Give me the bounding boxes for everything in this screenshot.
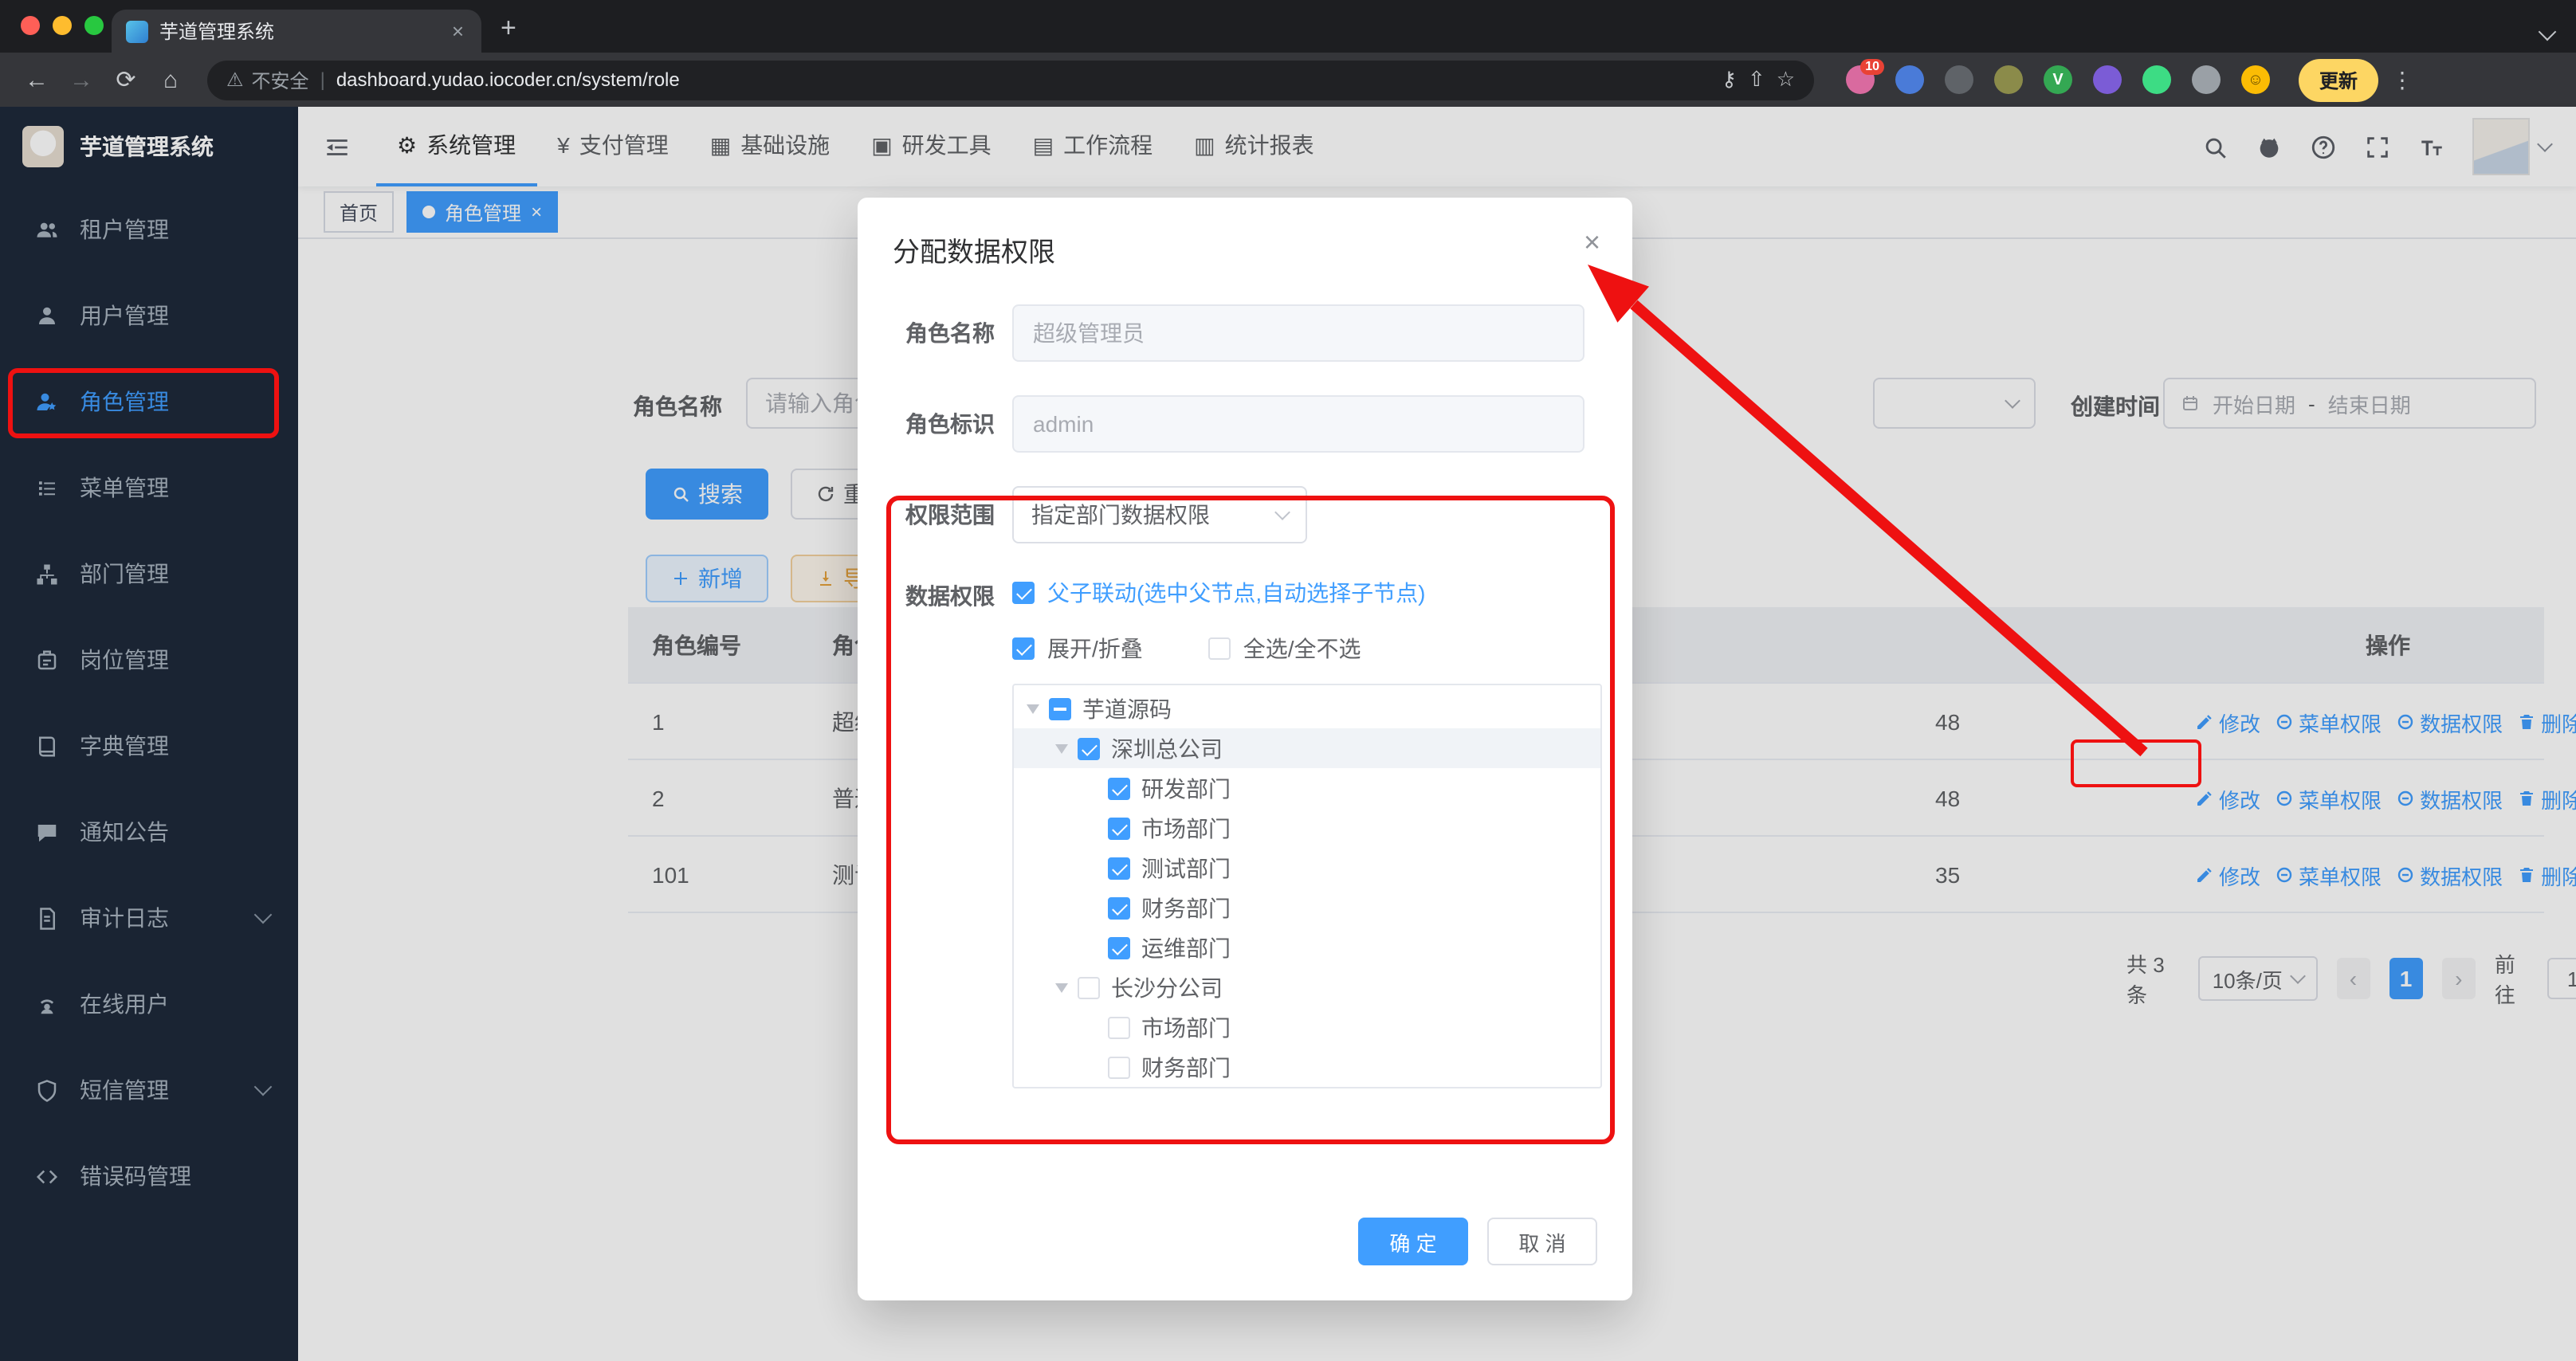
- zoom-window-button[interactable]: [84, 16, 104, 35]
- tree-node-label: 研发部门: [1141, 775, 1231, 801]
- password-key-icon[interactable]: ⚷: [1722, 67, 1737, 92]
- dialog-title: 分配数据权限: [893, 237, 1055, 268]
- strictly-label: 父子联动(选中父节点,自动选择子节点): [1047, 580, 1426, 606]
- select-all-label: 全选/全不选: [1243, 636, 1361, 661]
- puzzle-extension-icon[interactable]: [2192, 65, 2221, 94]
- tab-title: 芋道管理系统: [159, 21, 275, 43]
- chrome-update-button[interactable]: 更新: [2299, 58, 2379, 101]
- tree-node[interactable]: 财务部门: [1014, 1047, 1600, 1087]
- checkbox[interactable]: [1108, 1016, 1130, 1038]
- checkbox[interactable]: [1208, 637, 1231, 660]
- tab-search-icon[interactable]: [2538, 22, 2557, 41]
- tree-node-label: 市场部门: [1141, 1014, 1231, 1040]
- dialog-body: 角色名称 角色标识 权限范围 指定部门数据权限 数据权限 父子联: [858, 282, 1632, 1088]
- checkbox[interactable]: [1108, 936, 1130, 959]
- extension-badge: 10: [1860, 59, 1884, 75]
- checkbox[interactable]: [1049, 697, 1071, 720]
- dialog-role-key-label: 角色标识: [905, 411, 995, 437]
- browser-menu-icon[interactable]: ⋮: [2391, 66, 2413, 93]
- strictly-option[interactable]: 父子联动(选中父节点,自动选择子节点): [1012, 577, 1602, 609]
- extensions-row: 10 V ☺: [1846, 59, 2270, 94]
- tree-node[interactable]: 财务部门: [1014, 888, 1600, 928]
- tree-node-label: 运维部门: [1141, 935, 1231, 960]
- checkbox[interactable]: [1012, 582, 1035, 604]
- checkbox[interactable]: [1012, 637, 1035, 660]
- checkbox[interactable]: [1078, 976, 1100, 998]
- checkbox[interactable]: [1078, 737, 1100, 759]
- home-icon[interactable]: ⌂: [150, 66, 191, 93]
- caret-down-icon[interactable]: [1055, 983, 1068, 992]
- window-controls: [21, 16, 104, 35]
- favicon: [126, 20, 148, 42]
- scope-select-value: 指定部门数据权限: [1031, 502, 1210, 528]
- tree-node[interactable]: 研发部门: [1014, 768, 1600, 808]
- data-permission-dialog: 分配数据权限 × 角色名称 角色标识 权限范围 指定部门数据权限 数据权限: [858, 198, 1632, 1300]
- dialog-footer: 确 定 取 消: [1358, 1218, 1597, 1265]
- tree-node[interactable]: 市场部门: [1014, 1007, 1600, 1047]
- bookmark-star-icon[interactable]: ☆: [1777, 67, 1795, 92]
- extension-icon-olive[interactable]: [1994, 65, 2023, 94]
- expand-collapse-label: 展开/折叠: [1047, 636, 1143, 661]
- forward-icon[interactable]: →: [61, 66, 102, 93]
- tree-node-label: 财务部门: [1141, 1054, 1231, 1080]
- tree-node-label: 长沙分公司: [1111, 975, 1223, 1000]
- close-window-button[interactable]: [21, 16, 40, 35]
- tree-node-label: 测试部门: [1141, 855, 1231, 881]
- extension-icon-blue[interactable]: [1895, 65, 1924, 94]
- scope-label: 权限范围: [905, 502, 995, 528]
- tree-node[interactable]: 市场部门: [1014, 808, 1600, 848]
- browser-toolbar: ← → ⟳ ⌂ ⚠ 不安全 | dashboard.yudao.iocoder.…: [0, 53, 2576, 107]
- data-perm-panel: 父子联动(选中父节点,自动选择子节点) 展开/折叠 全选/全不选 芋道源码 深圳…: [1012, 577, 1602, 1088]
- extension-icon-pink[interactable]: 10: [1846, 59, 1884, 94]
- warning-icon: ⚠: [226, 69, 244, 91]
- checkbox[interactable]: [1108, 896, 1130, 919]
- extension-icon-green[interactable]: [2142, 65, 2171, 94]
- data-perm-label: 数据权限: [905, 583, 995, 609]
- extension-icon-green-v[interactable]: V: [2044, 65, 2072, 94]
- tab-close-icon[interactable]: ×: [449, 19, 467, 43]
- tree-node-label: 市场部门: [1141, 815, 1231, 841]
- minimize-window-button[interactable]: [53, 16, 72, 35]
- caret-down-icon[interactable]: [1027, 704, 1039, 713]
- back-icon[interactable]: ←: [16, 66, 57, 93]
- caret-down-icon[interactable]: [1055, 743, 1068, 753]
- confirm-button[interactable]: 确 定: [1358, 1218, 1468, 1265]
- checkbox[interactable]: [1108, 777, 1130, 799]
- address-bar[interactable]: ⚠ 不安全 | dashboard.yudao.iocoder.cn/syste…: [207, 60, 1814, 100]
- dialog-role-key-input[interactable]: [1012, 395, 1584, 453]
- url-text: dashboard.yudao.iocoder.cn/system/role: [336, 69, 680, 91]
- extension-icon-purple[interactable]: [2093, 65, 2122, 94]
- tree-node-label: 财务部门: [1141, 895, 1231, 920]
- new-tab-button[interactable]: +: [501, 13, 516, 45]
- tree-node[interactable]: 运维部门: [1014, 928, 1600, 967]
- smiley-extension-icon[interactable]: ☺: [2241, 65, 2270, 94]
- checkbox[interactable]: [1108, 857, 1130, 879]
- extension-icon-gray[interactable]: [1945, 65, 1973, 94]
- tree-node[interactable]: 芋道源码: [1014, 688, 1600, 728]
- tree-options-row: 展开/折叠 全选/全不选: [1012, 633, 1602, 665]
- url-divider: |: [320, 69, 325, 91]
- dialog-role-name-input[interactable]: [1012, 304, 1584, 362]
- dialog-header: 分配数据权限 ×: [858, 198, 1632, 282]
- screen: 芋道管理系统 × + ← → ⟳ ⌂ ⚠ 不安全 | dashboard.yud…: [0, 0, 2576, 1361]
- browser-tabstrip: 芋道管理系统 × +: [0, 0, 2576, 53]
- checkbox[interactable]: [1108, 817, 1130, 839]
- checkbox[interactable]: [1108, 1056, 1130, 1078]
- chevron-down-icon: [1274, 504, 1290, 520]
- reload-icon[interactable]: ⟳: [105, 65, 147, 94]
- security-indicator[interactable]: ⚠ 不安全: [226, 66, 309, 93]
- dialog-role-name-label: 角色名称: [905, 320, 995, 346]
- tree-node[interactable]: 测试部门: [1014, 848, 1600, 888]
- dept-tree: 芋道源码 深圳总公司 研发部门 市场部门 测试部门 财务部门 运维部门 长沙分公…: [1012, 684, 1602, 1088]
- tree-node-label: 芋道源码: [1082, 696, 1172, 721]
- scope-select[interactable]: 指定部门数据权限: [1012, 486, 1307, 543]
- tree-node-label: 深圳总公司: [1111, 735, 1223, 761]
- tree-node[interactable]: 深圳总公司: [1014, 728, 1600, 768]
- browser-tab[interactable]: 芋道管理系统 ×: [112, 10, 481, 53]
- close-icon[interactable]: ×: [1584, 226, 1600, 260]
- share-icon[interactable]: ⇧: [1748, 67, 1765, 92]
- cancel-button[interactable]: 取 消: [1487, 1218, 1597, 1265]
- tree-node[interactable]: 长沙分公司: [1014, 967, 1600, 1007]
- security-label: 不安全: [251, 69, 309, 92]
